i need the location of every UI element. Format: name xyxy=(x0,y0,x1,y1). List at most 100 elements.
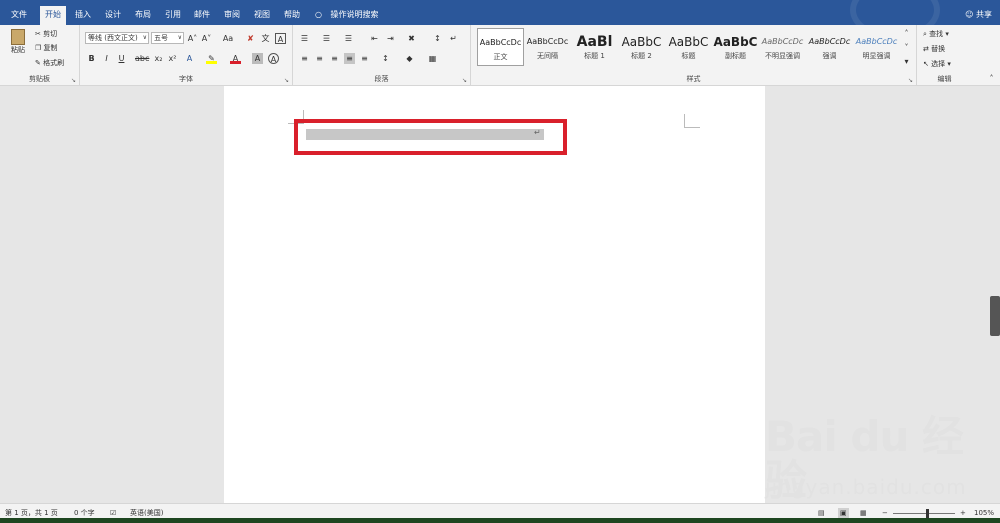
word-count[interactable]: 0 个字 xyxy=(74,508,95,518)
copy-button[interactable]: ❐ 复制 xyxy=(35,43,58,53)
distributed-icon[interactable]: ≡ xyxy=(359,53,370,64)
tab-help[interactable]: 帮助 xyxy=(279,6,305,25)
format-painter-button[interactable]: ✎ 格式刷 xyxy=(35,58,64,68)
language-indicator[interactable]: 英语(美国) xyxy=(130,508,163,518)
style-subtle-emphasis[interactable]: AaBbCcDc 不明显强调 xyxy=(759,28,806,66)
more-styles-icon[interactable]: ▾ xyxy=(901,56,912,67)
clear-format-icon[interactable]: ✘ xyxy=(245,33,256,44)
cut-label: 剪切 xyxy=(43,30,58,38)
superscript-icon[interactable]: x² xyxy=(167,53,178,64)
scissors-icon: ✂ xyxy=(35,30,41,38)
font-group-label: 字体 xyxy=(179,75,193,83)
multilevel-list-icon[interactable]: ☰ xyxy=(343,33,354,44)
paragraph-group: ☰ ☰ ☰ ⇤ ⇥ ✖ ↕ ↵ ≡ ≡ ≡ ≡ ≡ ↕ ◆ ▦ 段落 ↘ xyxy=(293,25,471,86)
share-button[interactable]: ☺ 共享 xyxy=(965,6,992,23)
style-heading-1[interactable]: AaBl 标题 1 xyxy=(571,28,618,66)
read-mode-icon[interactable]: ▤ xyxy=(818,508,825,518)
style-sample: AaBbC xyxy=(621,35,662,49)
align-right-icon[interactable]: ≡ xyxy=(329,53,340,64)
dialog-launcher-icon[interactable]: ↘ xyxy=(462,77,467,84)
phonetic-guide-icon[interactable]: 文 xyxy=(260,33,271,44)
find-button[interactable]: ⌕ 查找 ▾ xyxy=(923,29,949,39)
dialog-launcher-icon[interactable]: ↘ xyxy=(908,77,913,84)
format-painter-label: 格式刷 xyxy=(43,59,65,67)
tab-insert[interactable]: 插入 xyxy=(70,6,96,25)
print-layout-icon[interactable]: ▣ xyxy=(838,508,849,518)
scroll-down-icon[interactable]: ˅ xyxy=(901,42,912,53)
borders-icon[interactable]: ▦ xyxy=(427,53,438,64)
grow-font-icon[interactable]: A˄ xyxy=(187,33,198,44)
underline-icon[interactable]: U xyxy=(116,53,127,64)
justify-icon[interactable]: ≡ xyxy=(344,53,355,64)
chevron-down-icon: ▾ xyxy=(945,30,949,38)
highlight-icon[interactable]: ✎ xyxy=(206,53,217,64)
enclose-char-icon[interactable]: A xyxy=(268,53,279,64)
find-label: 查找 xyxy=(929,30,944,38)
bullets-icon[interactable]: ☰ xyxy=(299,33,310,44)
tab-references[interactable]: 引用 xyxy=(160,6,186,25)
strikethrough-icon[interactable]: abc xyxy=(135,53,149,64)
sort-icon[interactable]: ↕ xyxy=(432,33,443,44)
style-subtitle[interactable]: AaBbC 副标题 xyxy=(712,28,759,66)
copy-label: 复制 xyxy=(43,44,58,52)
increase-indent-icon[interactable]: ⇥ xyxy=(385,33,396,44)
show-marks-icon[interactable]: ↵ xyxy=(448,33,459,44)
style-name: 明显强调 xyxy=(862,52,891,60)
select-button[interactable]: ↖ 选择 ▾ xyxy=(923,59,951,69)
style-name: 无间隔 xyxy=(537,52,558,60)
align-left-icon[interactable]: ≡ xyxy=(299,53,310,64)
document-page[interactable]: ↵ xyxy=(224,86,765,503)
style-no-spacing[interactable]: AaBbCcDc 无间隔 xyxy=(524,28,571,66)
char-border-icon[interactable]: A xyxy=(275,33,286,44)
tab-layout[interactable]: 布局 xyxy=(130,6,156,25)
decrease-indent-icon[interactable]: ⇤ xyxy=(369,33,380,44)
page-count[interactable]: 第 1 页，共 1 页 xyxy=(5,508,58,518)
zoom-in-icon[interactable]: + xyxy=(960,508,966,518)
style-name: 副标题 xyxy=(725,52,746,60)
cut-button[interactable]: ✂ 剪切 xyxy=(35,29,57,39)
shrink-font-icon[interactable]: A˅ xyxy=(201,33,212,44)
tab-review[interactable]: 审阅 xyxy=(219,6,245,25)
collapse-ribbon-icon[interactable]: ˄ xyxy=(986,73,997,84)
align-center-icon[interactable]: ≡ xyxy=(314,53,325,64)
subscript-icon[interactable]: x₂ xyxy=(153,53,164,64)
zoom-level[interactable]: 105% xyxy=(974,508,994,518)
style-sample: AaBbCcDc xyxy=(526,37,569,46)
style-heading-2[interactable]: AaBbC 标题 2 xyxy=(618,28,665,66)
font-size-combo[interactable]: 五号 ∨ xyxy=(151,32,184,44)
char-shading-icon[interactable]: A xyxy=(252,53,263,64)
numbering-icon[interactable]: ☰ xyxy=(321,33,332,44)
italic-icon[interactable]: I xyxy=(101,53,112,64)
tab-file[interactable]: 文件 xyxy=(6,6,32,25)
zoom-slider-thumb[interactable] xyxy=(926,509,929,518)
line-spacing-icon[interactable]: ↕ xyxy=(380,53,391,64)
tell-me-search[interactable]: ○ 操作说明搜索 xyxy=(315,6,379,23)
style-sample: AaBbC xyxy=(713,35,758,49)
font-name-combo[interactable]: 等线 (西文正文) ∨ xyxy=(85,32,149,44)
shading-icon[interactable]: ◆ xyxy=(404,53,415,64)
dialog-launcher-icon[interactable]: ↘ xyxy=(71,77,76,84)
change-case-icon[interactable]: Aa xyxy=(220,33,236,44)
chinese-layout-icon[interactable]: ✖ xyxy=(406,33,417,44)
tab-home[interactable]: 开始 xyxy=(40,6,66,25)
text-effects-icon[interactable]: A xyxy=(184,53,195,64)
chevron-down-icon: ∨ xyxy=(177,34,182,41)
bold-icon[interactable]: B xyxy=(86,53,97,64)
tab-view[interactable]: 视图 xyxy=(249,6,275,25)
zoom-slider[interactable] xyxy=(893,513,955,514)
scrollbar-thumb[interactable] xyxy=(990,296,1000,336)
scroll-up-icon[interactable]: ˄ xyxy=(901,28,912,39)
proofing-icon[interactable]: ☑ xyxy=(110,508,116,518)
tab-mailings[interactable]: 邮件 xyxy=(189,6,215,25)
style-title[interactable]: AaBbC 标题 xyxy=(665,28,712,66)
dialog-launcher-icon[interactable]: ↘ xyxy=(284,77,289,84)
style-normal[interactable]: AaBbCcDc 正文 xyxy=(477,28,524,66)
replace-button[interactable]: ⇄ 替换 xyxy=(923,44,945,54)
paste-button[interactable]: 粘贴 xyxy=(8,29,28,55)
style-intense-emphasis[interactable]: AaBbCcDc 明显强调 xyxy=(853,28,900,66)
zoom-out-icon[interactable]: − xyxy=(882,508,888,518)
font-color-icon[interactable]: A xyxy=(230,53,241,64)
style-emphasis[interactable]: AaBbCcDc 强调 xyxy=(806,28,853,66)
tab-design[interactable]: 设计 xyxy=(100,6,126,25)
web-layout-icon[interactable]: ▦ xyxy=(860,508,867,518)
